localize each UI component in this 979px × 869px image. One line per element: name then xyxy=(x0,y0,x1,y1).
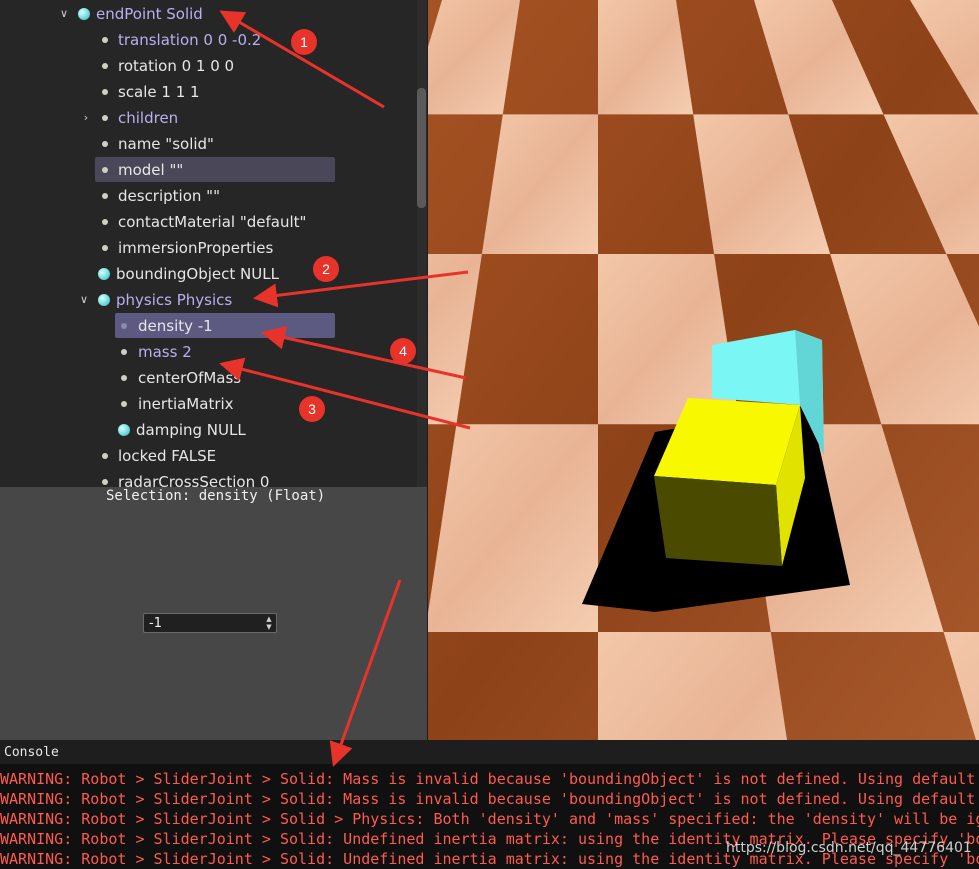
density-value-spinbox[interactable]: -1 ▲ ▼ xyxy=(143,613,277,633)
annotation-badge-4: 4 xyxy=(390,338,416,364)
tree-item-label: scale 1 1 1 xyxy=(118,83,200,101)
tree-scrollbar[interactable] xyxy=(417,0,427,487)
tree-item-label: boundingObject NULL xyxy=(116,265,279,283)
bullet-icon xyxy=(102,453,108,459)
tree-item-label: endPoint Solid xyxy=(96,5,203,23)
tree-item-label: description "" xyxy=(118,187,220,205)
bullet-icon xyxy=(121,323,127,329)
tree-item-label: locked FALSE xyxy=(118,447,217,465)
tree-item-label: density -1 xyxy=(138,317,213,335)
tree-item-locked[interactable]: locked FALSE xyxy=(0,444,417,468)
tree-item-label: mass 2 xyxy=(138,343,192,361)
bullet-icon xyxy=(102,89,108,95)
selection-caption: Selection: density (Float) xyxy=(106,488,326,504)
tree-item-mass[interactable]: mass 2 xyxy=(0,340,417,364)
cube-front-yellow xyxy=(654,476,782,566)
cyan-ball-icon xyxy=(98,268,110,280)
tree-item-label: inertiaMatrix xyxy=(138,395,234,413)
console-line: WARNING: Robot > SliderJoint > Solid: Ma… xyxy=(0,770,976,788)
chevron-down-icon[interactable]: ∨ xyxy=(57,7,71,21)
tree-item-physics[interactable]: ∨ physics Physics xyxy=(0,288,417,312)
3d-view[interactable] xyxy=(428,0,979,740)
tree-item-translation[interactable]: translation 0 0 -0.2 xyxy=(0,28,417,52)
tree-item-label: contactMaterial "default" xyxy=(118,213,307,231)
tree-scrollbar-thumb[interactable] xyxy=(417,88,426,208)
tree-item-radar-cross-section[interactable]: radarCrossSection 0 xyxy=(0,470,417,487)
console-title: Console xyxy=(4,745,59,760)
tree-item-contact-material[interactable]: contactMaterial "default" xyxy=(0,210,417,234)
tree-item-immersion-properties[interactable]: immersionProperties xyxy=(0,236,417,260)
bullet-icon xyxy=(121,375,127,381)
chevron-right-icon[interactable]: › xyxy=(79,111,93,125)
tree-item-bounding-object[interactable]: boundingObject NULL xyxy=(0,262,417,286)
tree-item-description[interactable]: description "" xyxy=(0,184,417,208)
bullet-icon xyxy=(121,349,127,355)
floor-tile xyxy=(428,424,598,632)
tree-item-scale[interactable]: scale 1 1 1 xyxy=(0,80,417,104)
bullet-icon xyxy=(102,245,108,251)
cyan-ball-icon xyxy=(98,294,110,306)
tree-item-inertia-matrix[interactable]: inertiaMatrix xyxy=(0,392,417,416)
tree-item-label: children xyxy=(118,109,179,127)
bullet-icon xyxy=(102,115,108,121)
tree-item-damping[interactable]: damping NULL xyxy=(0,418,417,442)
tree-item-children[interactable]: › children xyxy=(0,106,417,130)
tree-item-label: centerOfMass xyxy=(138,369,242,387)
watermark: https://blog.csdn.net/qq_44776401 xyxy=(726,840,972,856)
bullet-icon xyxy=(102,219,108,225)
cyan-ball-icon xyxy=(118,424,130,436)
tree-item-endpoint-solid[interactable]: ∨ endPoint Solid xyxy=(0,2,417,26)
density-value[interactable]: -1 xyxy=(149,614,162,633)
console-line: WARNING: Robot > SliderJoint > Solid: Ma… xyxy=(0,790,976,808)
annotation-badge-2: 2 xyxy=(313,256,339,282)
tree-item-label: immersionProperties xyxy=(118,239,274,257)
tree-item-label: radarCrossSection 0 xyxy=(118,473,270,487)
tree-item-center-of-mass[interactable]: centerOfMass xyxy=(0,366,417,390)
tree-item-label: translation 0 0 -0.2 xyxy=(118,31,262,49)
tree-item-name[interactable]: name "solid" xyxy=(0,132,417,156)
3d-scene-canvas[interactable] xyxy=(428,0,979,740)
tree-item-density[interactable]: density -1 xyxy=(0,314,417,338)
scene-tree-panel: ∨ endPoint Solid translation 0 0 -0.2 ro… xyxy=(0,0,427,487)
tree-item-label: rotation 0 1 0 0 xyxy=(118,57,235,75)
annotation-badge-3: 3 xyxy=(299,396,325,422)
tree-item-label: damping NULL xyxy=(136,421,246,439)
tree-item-rotation[interactable]: rotation 0 1 0 0 xyxy=(0,54,417,78)
spin-arrows-icon[interactable]: ▲ ▼ xyxy=(265,615,273,631)
bullet-icon xyxy=(121,401,127,407)
tree-item-model[interactable]: model "" xyxy=(0,158,417,182)
bullet-icon xyxy=(102,63,108,69)
console-header: Console xyxy=(0,740,979,764)
tree-item-label: model "" xyxy=(118,161,184,179)
annotation-badge-1: 1 xyxy=(291,29,317,55)
tree-item-label: name "solid" xyxy=(118,135,214,153)
bullet-icon xyxy=(102,37,108,43)
bullet-icon xyxy=(102,479,108,485)
bullet-icon xyxy=(102,193,108,199)
bullet-icon xyxy=(102,167,108,173)
console-line: WARNING: Robot > SliderJoint > Solid > P… xyxy=(0,810,979,828)
chevron-down-icon[interactable]: ∨ xyxy=(77,293,91,307)
field-editor-panel: Selection: density (Float) -1 ▲ ▼ xyxy=(0,487,427,740)
bullet-icon xyxy=(102,141,108,147)
cyan-ball-icon xyxy=(78,8,90,20)
tree-item-label: physics Physics xyxy=(116,291,233,309)
